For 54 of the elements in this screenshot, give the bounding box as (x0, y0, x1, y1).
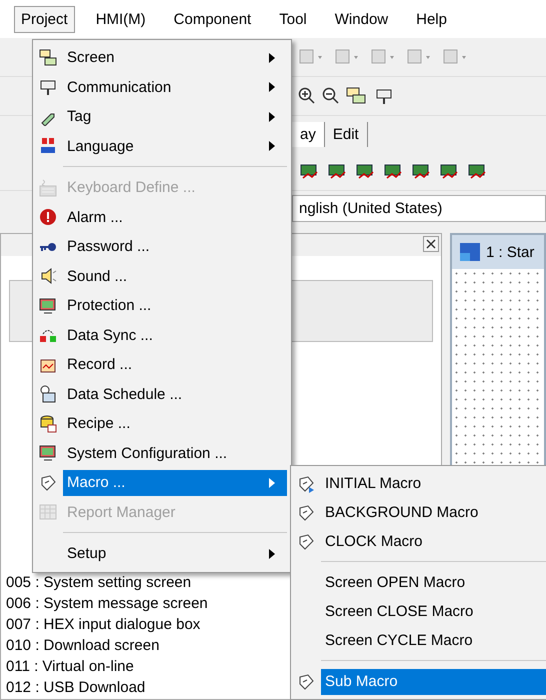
stacked-windows-icon (39, 48, 57, 67)
recipe-icon (39, 414, 57, 433)
menu-item[interactable]: Protection ... (63, 292, 287, 319)
menu-item[interactable]: System Configuration ... (63, 440, 287, 466)
menu-item[interactable]: BACKGROUND Macro (321, 500, 546, 526)
menu-bar-item[interactable]: Project (14, 6, 75, 32)
menu-item[interactable]: Sound ... (63, 263, 287, 290)
menu-item[interactable]: Screen OPEN Macro (321, 570, 546, 596)
language-icon (39, 137, 57, 156)
menu-item[interactable]: Recipe ... (63, 410, 287, 437)
menu-item[interactable]: Setup (63, 540, 287, 567)
menu-item[interactable]: Data Sync ... (63, 322, 287, 348)
monitor-icon (39, 444, 57, 462)
alarm-icon (39, 208, 57, 226)
menu-item[interactable]: Tag (63, 104, 287, 130)
menu-bar-item[interactable]: Window (328, 6, 396, 32)
menu-bar-item[interactable]: HMI(M) (88, 6, 153, 32)
keyboard-icon (39, 178, 57, 197)
screen-list-item[interactable]: 005 : System setting screen (6, 572, 192, 593)
tab[interactable]: ay (292, 122, 325, 146)
menu-bar-item[interactable]: Tool (272, 6, 314, 32)
tab[interactable]: Edit (324, 122, 368, 146)
screen-list-item[interactable]: 011 : Virtual on-line (6, 656, 134, 677)
screen-icon (460, 243, 480, 261)
menu-item[interactable]: Data Schedule ... (63, 381, 287, 408)
screen-list-item[interactable]: 012 : USB Download (6, 677, 146, 698)
menu-bar-item[interactable]: Component (166, 6, 258, 32)
close-icon[interactable] (423, 236, 439, 252)
language-field[interactable]: nglish (United States) (292, 194, 546, 222)
menu-item[interactable]: Record ... (63, 352, 287, 378)
menu-item[interactable]: Screen CYCLE Macro (321, 628, 546, 654)
menu-item[interactable]: Screen CLOSE Macro (321, 598, 546, 624)
monitor-icon (39, 296, 57, 315)
stacked-windows-icon[interactable] (346, 87, 368, 105)
key-icon (39, 242, 57, 252)
table-icon (39, 503, 57, 522)
menu-item[interactable]: INITIAL Macro (321, 470, 546, 496)
menu-item[interactable]: CLOCK Macro (321, 528, 546, 554)
zoom-out-icon[interactable] (322, 87, 340, 105)
screen-list-item[interactable]: 010 : Download screen (6, 635, 160, 656)
zoom-in-icon[interactable] (298, 87, 316, 105)
menu-item[interactable]: Password ... (63, 234, 287, 260)
menu-item[interactable]: Language (63, 133, 287, 160)
menu-item[interactable]: Sub Macro (321, 668, 546, 694)
menu-item[interactable]: Screen (63, 44, 287, 71)
window-title: 1 : Star (486, 244, 534, 260)
screen-list-item[interactable]: 006 : System message screen (6, 593, 208, 614)
screen-list-item[interactable]: 007 : HEX input dialogue box (6, 614, 200, 635)
menu-item[interactable]: Communication (63, 74, 287, 100)
menu-item[interactable]: Alarm ... (63, 204, 287, 230)
menu-item[interactable]: Macro ... (63, 470, 287, 496)
speaker-icon (39, 267, 57, 286)
schedule-icon (39, 385, 57, 404)
menu-bar-item[interactable]: Help (409, 6, 454, 32)
